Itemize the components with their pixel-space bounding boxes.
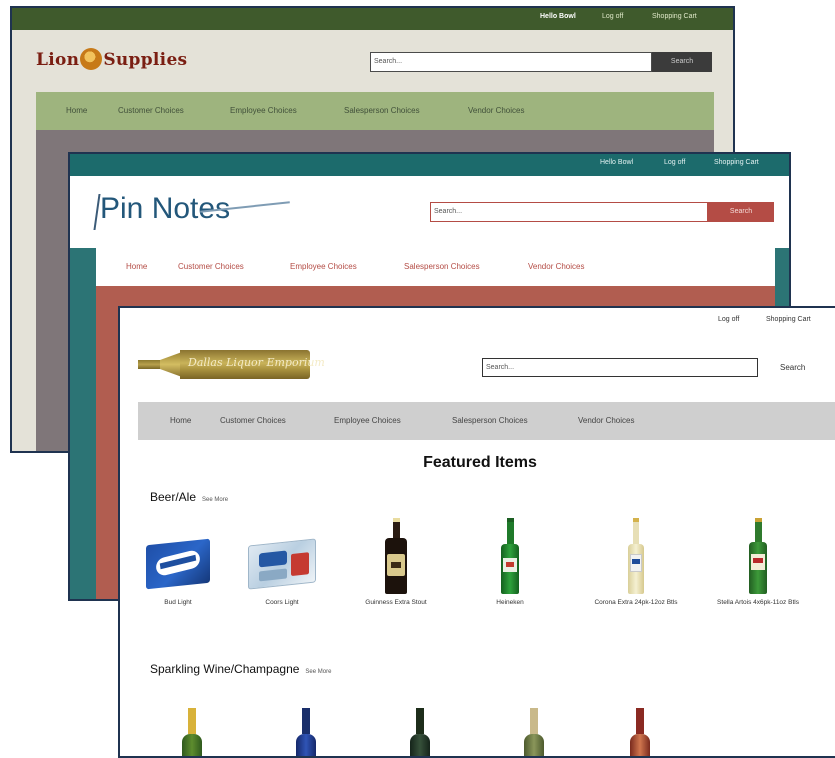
featured-items-heading: Featured Items (423, 454, 537, 471)
pin-left-band (70, 248, 96, 599)
wine-nav-bar: Home Customer Choices Employee Choices S… (138, 402, 835, 440)
logo-bottle-shoulder-icon (160, 352, 182, 377)
pin-nav-bar: Home Customer Choices Employee Choices S… (96, 248, 775, 286)
wine-nav-salesperson-choices[interactable]: Salesperson Choices (452, 416, 528, 425)
wine-search-input[interactable]: Search... (482, 358, 758, 377)
champagne-bottle-olive-icon (524, 708, 544, 756)
product-name: Corona Extra 24pk-12oz Btls (594, 599, 678, 606)
pin-top-bar: Hello Bowl Log off Shopping Cart (70, 154, 789, 176)
product-card-corona[interactable]: Corona Extra 24pk-12oz Btls (586, 514, 686, 607)
wine-search-button[interactable]: Search (780, 363, 805, 372)
wine-shopping-cart-link[interactable]: Shopping Cart (766, 316, 811, 323)
product-card-stella[interactable]: Stella Artois 4x6pk-11oz Btls (708, 514, 808, 607)
lion-search-input[interactable]: Search... (370, 52, 652, 72)
product-card-bud-light[interactable]: Bud Light (128, 514, 228, 607)
wine-nav-home[interactable]: Home (170, 416, 191, 425)
champagne-bottle-green-gold-icon (182, 708, 202, 756)
category-heading-beer: Beer/Ale See More (150, 490, 228, 504)
product-card-guinness[interactable]: Guinness Extra Stout (346, 514, 446, 607)
pin-notes-logo[interactable]: Pin Notes (93, 192, 290, 230)
logo-text: Dallas Liquor Emporium (188, 356, 325, 369)
category-title: Beer/Ale (150, 490, 197, 504)
bud-light-case-icon (146, 538, 210, 590)
see-more-link[interactable]: See More (305, 669, 331, 675)
champagne-bottle-rose-icon (630, 708, 650, 756)
lion-top-bar: Hello Bowl Log off Shopping Cart (12, 8, 733, 30)
product-card-coors-light[interactable]: Coors Light (232, 514, 332, 607)
coors-light-case-icon (248, 538, 316, 590)
pin-nav-salesperson-choices[interactable]: Salesperson Choices (404, 262, 480, 271)
lion-head-icon (80, 48, 103, 70)
lion-shopping-cart-link[interactable]: Shopping Cart (652, 13, 697, 20)
pin-greeting-link[interactable]: Hello Bowl (600, 159, 633, 166)
heineken-bottle-icon (501, 518, 519, 594)
wine-bottle-logo[interactable]: Dallas Liquor Emporium (138, 346, 325, 382)
pin-logo-text: Pin Notes (100, 192, 231, 225)
category-title: Sparkling Wine/Champagne (150, 662, 300, 676)
product-card-champagne-4[interactable] (484, 696, 584, 756)
lion-supplies-logo[interactable]: Lion Supplies (36, 48, 187, 70)
see-more-link[interactable]: See More (202, 497, 228, 503)
product-name: Heineken (496, 599, 524, 606)
product-name: Bud Light (164, 599, 192, 606)
champagne-bottle-blue-icon (296, 708, 316, 756)
stella-bottle-icon (749, 518, 767, 594)
product-card-champagne-5[interactable] (590, 696, 690, 756)
lion-nav-salesperson-choices[interactable]: Salesperson Choices (344, 106, 420, 115)
corona-bottle-icon (628, 518, 644, 594)
lion-nav-customer-choices[interactable]: Customer Choices (118, 106, 184, 115)
lion-search-button[interactable]: Search (652, 52, 712, 72)
lion-nav-vendor-choices[interactable]: Vendor Choices (468, 106, 524, 115)
lion-logo-text-left: Lion (36, 50, 80, 70)
product-card-champagne-3[interactable] (370, 696, 470, 756)
pin-logoff-link[interactable]: Log off (664, 159, 685, 166)
lion-logoff-link[interactable]: Log off (602, 13, 623, 20)
product-card-heineken[interactable]: Heineken (460, 514, 560, 607)
pin-nav-home[interactable]: Home (126, 262, 147, 271)
lion-nav-bar: Home Customer Choices Employee Choices S… (36, 92, 714, 130)
wine-nav-customer-choices[interactable]: Customer Choices (220, 416, 286, 425)
category-heading-sparkling: Sparkling Wine/Champagne See More (150, 662, 331, 676)
lion-nav-employee-choices[interactable]: Employee Choices (230, 106, 297, 115)
lion-greeting-link[interactable]: Hello Bowl (540, 13, 576, 20)
champagne-bottle-dark-green-icon (410, 708, 430, 756)
pin-nav-employee-choices[interactable]: Employee Choices (290, 262, 357, 271)
pin-nav-vendor-choices[interactable]: Vendor Choices (528, 262, 584, 271)
product-card-champagne-1[interactable] (142, 696, 242, 756)
wine-nav-employee-choices[interactable]: Employee Choices (334, 416, 401, 425)
product-card-champagne-2[interactable] (256, 696, 356, 756)
guinness-bottle-icon (385, 518, 407, 594)
wine-logoff-link[interactable]: Log off (718, 316, 739, 323)
product-name: Guinness Extra Stout (365, 599, 427, 606)
product-name: Stella Artois 4x6pk-11oz Btls (717, 599, 799, 606)
pin-search-button[interactable]: Search (708, 202, 774, 222)
wine-nav-vendor-choices[interactable]: Vendor Choices (578, 416, 634, 425)
lion-logo-text-right: Supplies (103, 50, 188, 70)
pin-search-input[interactable]: Search... (430, 202, 708, 222)
pin-shopping-cart-link[interactable]: Shopping Cart (714, 159, 759, 166)
lion-nav-home[interactable]: Home (66, 106, 87, 115)
liquor-store-window: Log off Shopping Cart Dallas Liquor Empo… (118, 306, 835, 758)
product-name: Coors Light (265, 599, 299, 606)
pin-nav-customer-choices[interactable]: Customer Choices (178, 262, 244, 271)
